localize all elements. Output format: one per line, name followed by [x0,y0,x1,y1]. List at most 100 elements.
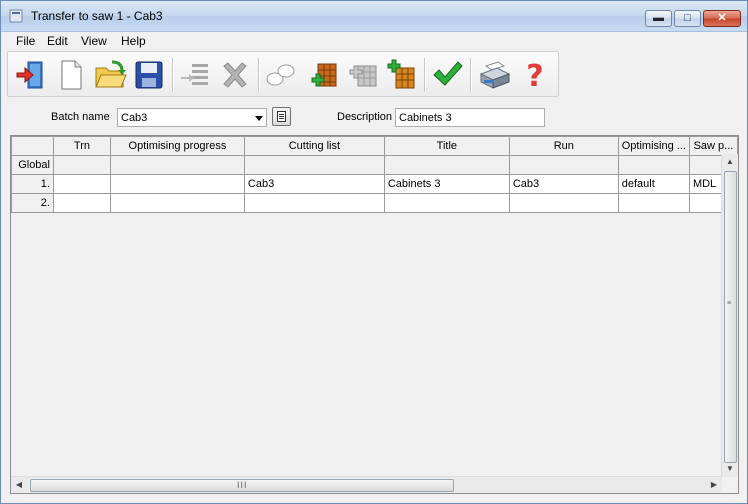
toolbar-separator [258,58,260,92]
add-parts-icon [311,63,337,87]
toolbar-separator [470,58,472,92]
svg-text:?: ? [526,59,543,92]
batch-name-label: Batch name [51,111,110,123]
grid-cell[interactable] [243,155,385,175]
exit-button[interactable] [14,58,48,92]
grid-cell[interactable] [109,155,245,175]
add-board-icon [387,59,415,89]
grid-cell[interactable]: default [617,174,690,194]
grid-cell[interactable]: Cabinets 3 [383,174,510,194]
exit-door-icon [16,61,43,89]
insert-lines-icon [181,64,208,85]
table-row: 1. Cab3 Cabinets 3 Cab3 default MDL [11,174,738,194]
delete-button[interactable] [218,58,252,92]
close-icon: ✕ [717,12,727,24]
insert-line-button[interactable] [178,58,212,92]
grid-cell[interactable] [109,174,245,194]
column-header-run[interactable]: Run [508,136,619,156]
scroll-right-icon[interactable]: ▶ [706,477,722,493]
open-button[interactable] [94,58,128,92]
column-header-title[interactable]: Title [383,136,510,156]
scroll-left-icon[interactable]: ◀ [11,477,27,493]
edit-parts-icon [349,65,377,87]
maximize-button[interactable]: □ [674,10,701,27]
menu-help[interactable]: Help [121,34,146,48]
delete-x-icon [223,62,247,88]
close-button[interactable]: ✕ [703,10,741,27]
title-bar[interactable]: Transfer to saw 1 - Cab3 ▬ □ ✕ [1,1,747,32]
table-row: 2. [11,193,738,213]
grid-cell[interactable] [383,193,510,213]
scrollbar-corner [722,477,738,493]
app-window: Transfer to saw 1 - Cab3 ▬ □ ✕ File Edit… [0,0,748,504]
minimize-button[interactable]: ▬ [645,10,672,27]
horizontal-scrollbar[interactable]: ◀ III ▶ [11,476,722,493]
new-document-icon [61,60,82,90]
app-icon [9,9,23,23]
save-button[interactable] [132,58,166,92]
grid-cell[interactable] [617,193,690,213]
minimize-icon: ▬ [653,12,664,24]
grid-cell[interactable] [383,155,510,175]
scroll-up-icon[interactable]: ▲ [722,154,738,170]
new-button[interactable] [54,58,88,92]
grid-cell[interactable] [109,193,245,213]
column-header-optimising[interactable]: Optimising ... [617,136,690,156]
column-header-trn[interactable]: Trn [52,136,111,156]
batch-name-value: Cab3 [121,112,148,124]
description-field[interactable]: Cabinets 3 [395,108,545,127]
help-question-icon: ? [526,59,543,92]
toolbar-separator [424,58,426,92]
print-button[interactable] [478,58,512,92]
column-header-saw-parameters[interactable]: Saw p... [688,136,738,156]
corner-header [11,136,54,156]
horizontal-scroll-thumb[interactable]: III [30,479,454,492]
window-title: Transfer to saw 1 - Cab3 [31,9,163,23]
row-header[interactable]: Global [11,155,54,175]
grid-cell[interactable] [52,193,111,213]
row-header[interactable]: 1. [11,174,54,194]
grid-cell[interactable] [52,155,111,175]
grid-cell[interactable] [508,155,619,175]
accept-button[interactable] [430,58,464,92]
toolbar-separator [172,58,174,92]
list-icon [277,111,286,122]
grid-cell[interactable] [617,155,690,175]
batch-list-button[interactable] [272,107,291,126]
menu-bar: File Edit View Help [1,32,747,51]
batch-header: Batch name Cab3 Description Cabinets 3 [1,99,747,133]
open-folder-icon [95,60,127,88]
help-button[interactable]: ? [518,58,552,92]
menu-file[interactable]: File [16,34,35,48]
grip-icon: ≡ [727,300,732,307]
grid-cell[interactable] [52,174,111,194]
grip-icon: III [237,480,248,490]
grid-cell[interactable]: Cab3 [243,174,385,194]
grid-cell[interactable]: Cab3 [508,174,619,194]
batch-name-dropdown[interactable]: Cab3 [117,108,267,127]
column-header-optimising-progress[interactable]: Optimising progress [109,136,245,156]
edit-parts-button[interactable] [346,58,380,92]
vertical-scrollbar[interactable]: ▲ ≡ ▼ [721,154,738,477]
link-button[interactable] [264,58,298,92]
maximize-icon: □ [684,12,691,24]
description-value: Cabinets 3 [399,112,452,124]
grid-cell[interactable] [508,193,619,213]
link-ovals-icon [266,64,295,86]
printer-icon [479,61,511,89]
menu-edit[interactable]: Edit [47,34,68,48]
add-parts-button[interactable] [306,58,340,92]
column-header-cutting-list[interactable]: Cutting list [243,136,385,156]
grid-cell[interactable] [243,193,385,213]
grid-table: Trn Optimising progress Cutting list Tit… [11,136,738,213]
row-header[interactable]: 2. [11,193,54,213]
vertical-scroll-thumb[interactable] [724,171,737,463]
table-row: Global [11,155,738,175]
toolbar: ? [7,51,559,97]
batch-grid: Trn Optimising progress Cutting list Tit… [10,135,739,494]
add-board-button[interactable] [384,58,418,92]
scroll-down-icon[interactable]: ▼ [722,461,738,477]
checkmark-icon [433,61,463,86]
menu-view[interactable]: View [81,34,107,48]
floppy-disk-icon [135,61,163,89]
